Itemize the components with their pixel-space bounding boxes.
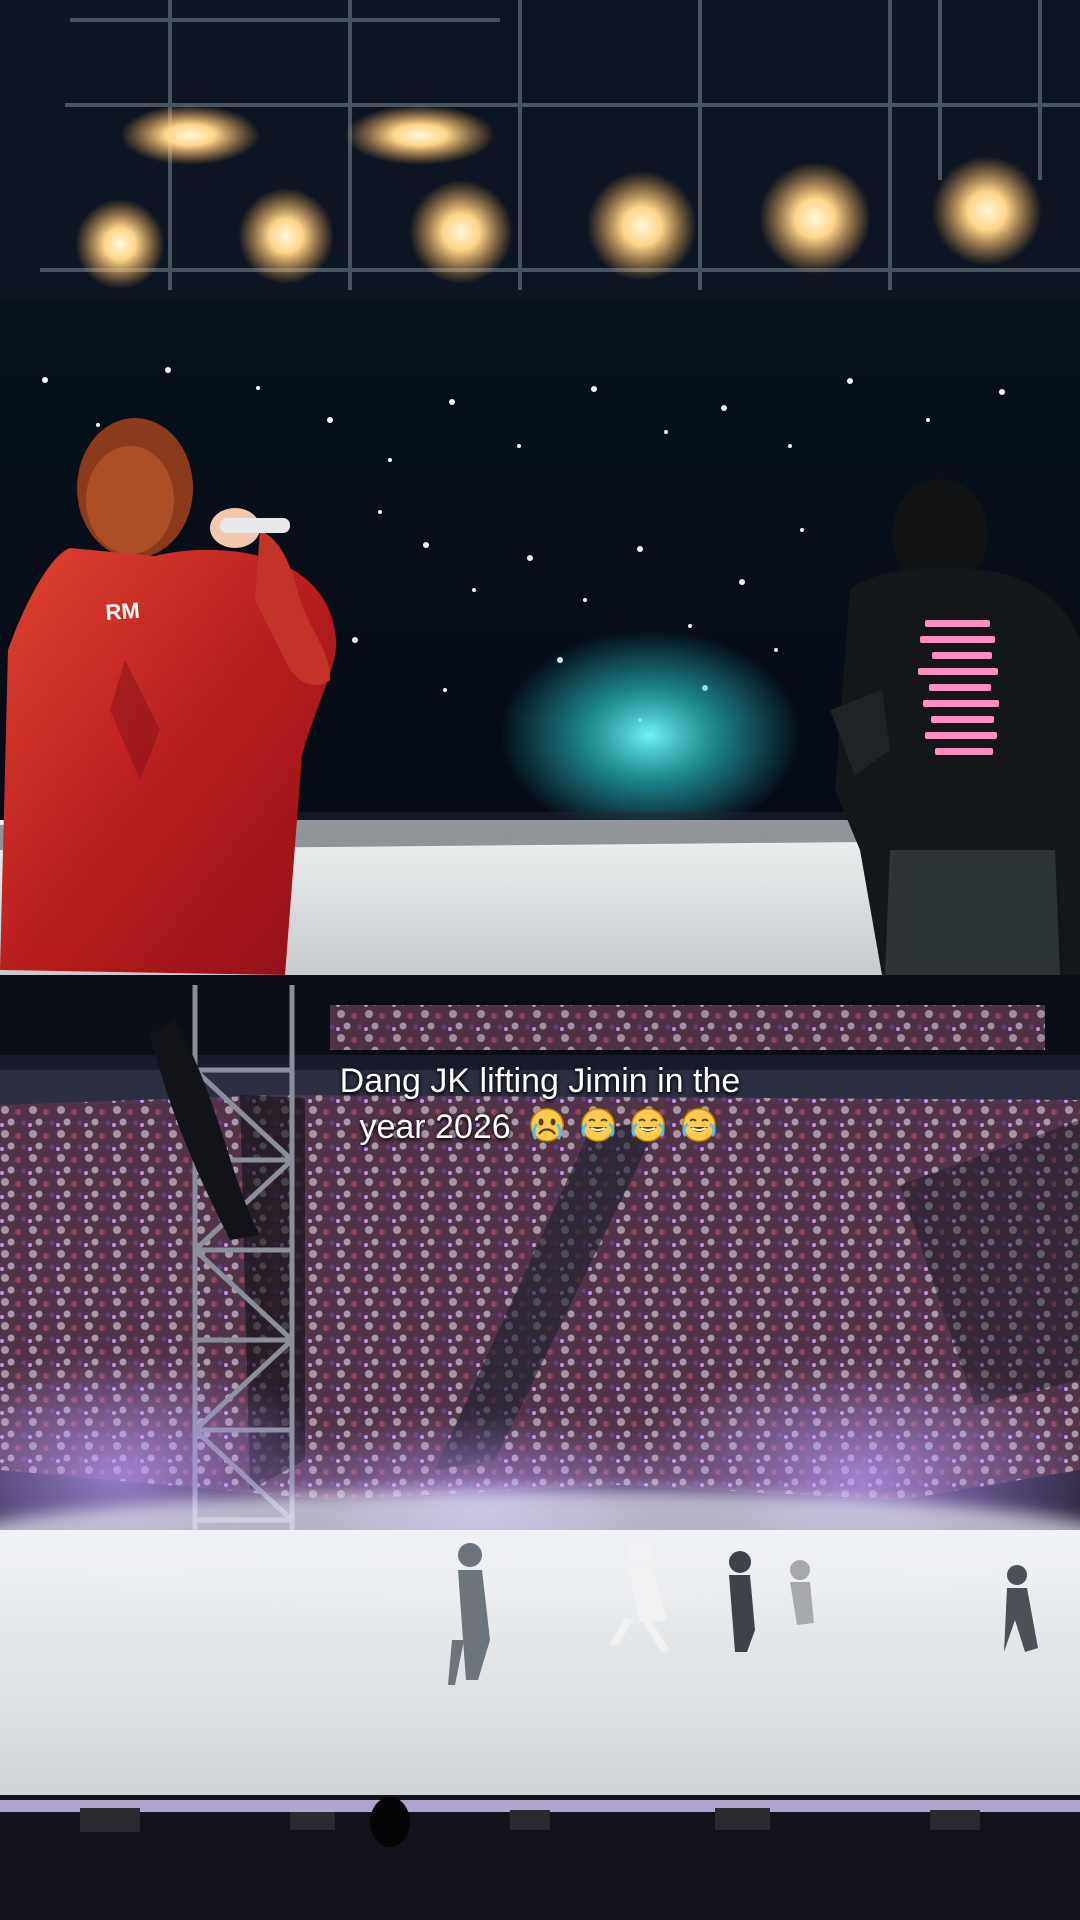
emoji-row — [528, 1104, 720, 1150]
concert-scene: RM — [0, 0, 1080, 1920]
tears-of-joy-icon — [631, 1108, 665, 1142]
caption-line-2: year 2026 — [0, 1104, 1080, 1150]
caption-line-2-text: year 2026 — [359, 1108, 511, 1146]
svg-text:RM: RM — [105, 598, 141, 625]
front-stage-edge — [0, 1795, 1080, 1920]
stage-fog — [0, 1355, 1080, 1850]
video-caption: Dang JK lifting Jimin in the year 2026 — [0, 1058, 1080, 1150]
tears-of-joy-icon — [681, 1108, 716, 1142]
tears-of-joy-icon — [580, 1108, 615, 1142]
crying-face-icon — [530, 1108, 564, 1142]
upper-screen-panel: RM — [0, 0, 1080, 975]
caption-line-1: Dang JK lifting Jimin in the — [339, 1062, 741, 1100]
video-frame: RM Dang JK lifting Jimin in the year 202… — [0, 0, 1080, 1920]
